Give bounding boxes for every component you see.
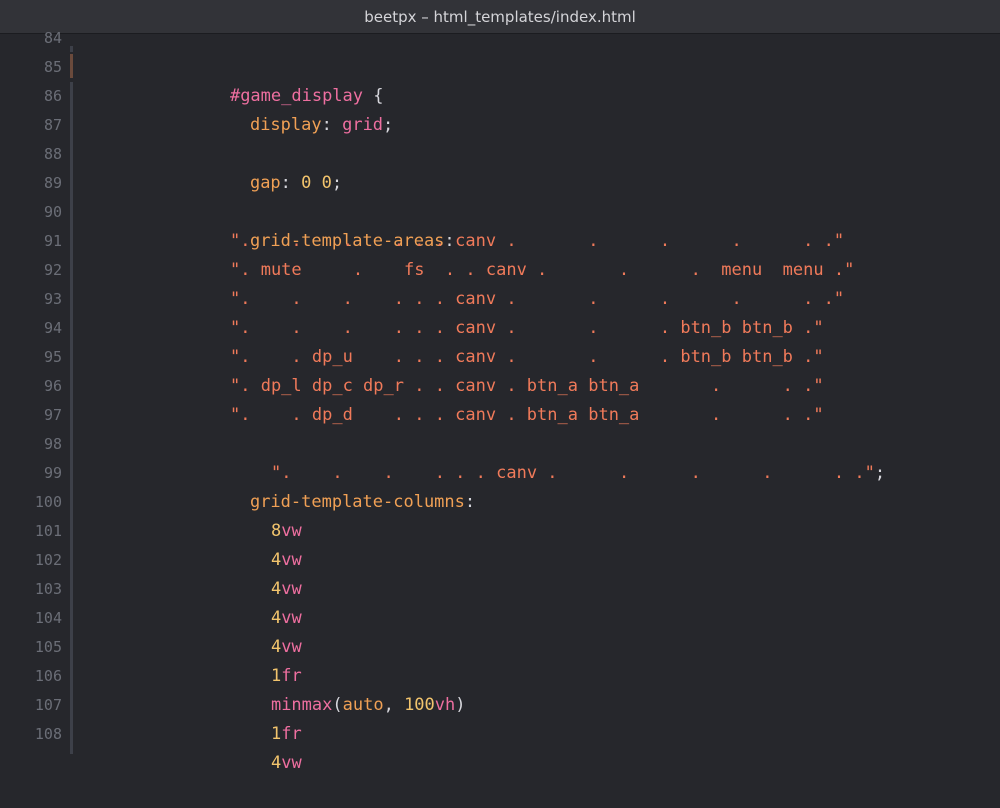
code-line-107: 1fr bbox=[230, 691, 302, 744]
open-paren: ( bbox=[332, 695, 343, 716]
line-number: 95 bbox=[43, 348, 62, 366]
line-number: 90 bbox=[43, 203, 62, 221]
line-number: 106 bbox=[34, 667, 62, 685]
line-number: 101 bbox=[34, 522, 62, 540]
code-line-95: ". . dp_u . . . canv . . . btn_b btn_b .… bbox=[230, 347, 824, 367]
css-number: 100 bbox=[404, 695, 435, 716]
line-number: 86 bbox=[43, 87, 62, 105]
line-number: 84 bbox=[43, 29, 62, 47]
css-property: gap bbox=[249, 173, 281, 194]
code-line-85: #game_display { bbox=[189, 53, 384, 106]
semicolon: ; bbox=[331, 173, 343, 194]
code-line-98: ". . . . . . canv . . . . . ."; bbox=[230, 430, 885, 483]
line-number: 91 bbox=[43, 232, 62, 250]
fold-region-bar[interactable] bbox=[70, 82, 73, 754]
fold-marker bbox=[70, 46, 73, 52]
line-number: 100 bbox=[34, 493, 62, 511]
line-number: 85 bbox=[43, 58, 62, 76]
code-line-94: ". . . . . . canv . . . btn_b btn_b ." bbox=[230, 318, 824, 338]
code-line-86: display: grid; bbox=[209, 82, 393, 135]
line-number: 102 bbox=[34, 551, 62, 569]
close-paren: ) bbox=[455, 695, 466, 716]
code-line-92: ". mute . fs . . canv . . . menu menu ." bbox=[230, 260, 855, 280]
css-value: grid bbox=[342, 115, 384, 136]
line-number: 92 bbox=[43, 261, 62, 279]
line-number: 107 bbox=[34, 696, 62, 714]
css-value: 0 0 bbox=[301, 173, 332, 194]
colon: : bbox=[464, 492, 476, 513]
code-line-88: gap: 0 0; bbox=[209, 140, 342, 193]
semicolon: ; bbox=[383, 115, 394, 136]
code-line-106: minmax(auto, 100vh) bbox=[230, 662, 466, 715]
code-line-96: ". dp_l dp_c dp_r . . canv . btn_a btn_a… bbox=[230, 376, 824, 396]
code-editor[interactable]: 84 85 86 87 88 89 90 91 92 93 94 95 96 9… bbox=[0, 29, 1000, 773]
line-number: 96 bbox=[43, 377, 62, 395]
code-line-97: ". . dp_d . . . canv . btn_a btn_a . . .… bbox=[230, 405, 824, 425]
css-unit: vw bbox=[281, 753, 302, 774]
line-number: 87 bbox=[43, 116, 62, 134]
css-unit: vh bbox=[434, 695, 456, 716]
code-line-103: 4vw bbox=[230, 575, 302, 628]
line-number: 97 bbox=[43, 406, 62, 424]
line-number: 94 bbox=[43, 319, 62, 337]
line-number: 89 bbox=[43, 174, 62, 192]
css-number: 4 bbox=[270, 753, 282, 774]
code-line-91: ". . . . . . canv . . . . . ." bbox=[230, 231, 845, 251]
line-number: 88 bbox=[43, 145, 62, 163]
window-title: beetpx – html_templates/index.html bbox=[364, 7, 636, 26]
line-number: 93 bbox=[43, 290, 62, 308]
code-line-90: grid-template-areas: bbox=[209, 198, 455, 251]
code-line-100: 8vw bbox=[230, 488, 302, 541]
colon: : bbox=[321, 115, 343, 136]
code-line-93: ". . . . . . canv . . . . . ." bbox=[230, 289, 845, 309]
line-number: 99 bbox=[43, 464, 62, 482]
line-number: 104 bbox=[34, 609, 62, 627]
line-number: 103 bbox=[34, 580, 62, 598]
semicolon: ; bbox=[874, 463, 886, 484]
line-number: 98 bbox=[43, 435, 62, 453]
line-number-gutter: 84 85 86 87 88 89 90 91 92 93 94 95 96 9… bbox=[0, 29, 66, 754]
code-line-108: 4vw bbox=[230, 720, 302, 773]
code-line-101: 4vw bbox=[230, 517, 302, 570]
line-number: 108 bbox=[34, 725, 62, 743]
window-titlebar: beetpx – html_templates/index.html bbox=[0, 0, 1000, 34]
current-line-marker bbox=[70, 54, 73, 78]
comma: , bbox=[383, 695, 405, 716]
css-keyword: auto bbox=[342, 695, 384, 716]
code-line-105: 1fr bbox=[230, 633, 302, 686]
colon: : bbox=[280, 173, 302, 194]
code-line-99: grid-template-columns: bbox=[209, 459, 475, 512]
css-property: display bbox=[249, 115, 322, 136]
code-line-102: 4vw bbox=[230, 546, 302, 599]
line-number: 105 bbox=[34, 638, 62, 656]
code-line-104: 4vw bbox=[230, 604, 302, 657]
